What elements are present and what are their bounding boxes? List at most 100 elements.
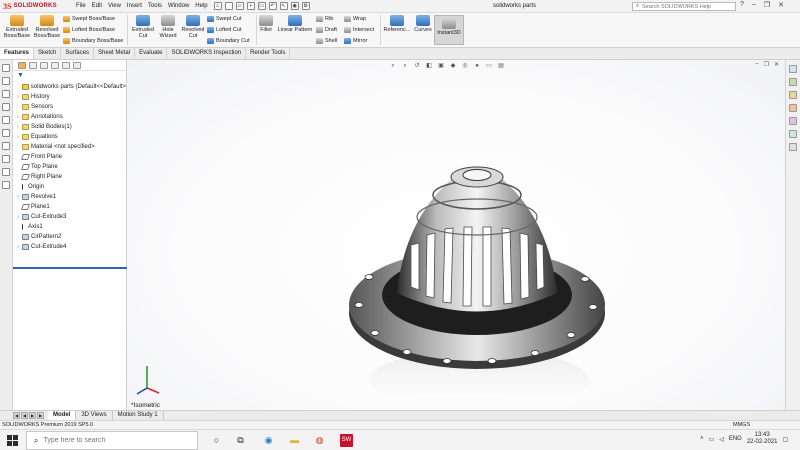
first-tab-icon[interactable]: ◀ xyxy=(13,412,20,419)
tree-item-equations[interactable]: › Equations xyxy=(15,132,126,142)
forum-icon[interactable] xyxy=(789,143,797,151)
filter-icon[interactable]: ▼ xyxy=(13,71,126,82)
display-manager-tab-icon[interactable] xyxy=(62,62,70,69)
save-icon[interactable]: ▪ xyxy=(246,2,255,10)
rebuild-icon[interactable]: ◉ xyxy=(290,2,299,10)
volume-icon[interactable]: ◁ xyxy=(719,436,724,443)
tree-item-cut-extrude3[interactable]: › Cut-Extrude3 xyxy=(15,212,126,222)
tree-item-part[interactable]: solidworks parts (Default<<Default> xyxy=(15,82,126,92)
tree-item-sensors[interactable]: Sensors xyxy=(15,102,126,112)
unit-system-selector[interactable]: MMGS xyxy=(733,421,750,429)
feature-tree-tab-icon[interactable] xyxy=(18,62,26,69)
view-orientation-icon[interactable] xyxy=(2,90,10,98)
lofted-boss-button[interactable]: Lofted Boss/Base xyxy=(63,27,115,33)
previous-tab-icon[interactable]: ◀ xyxy=(21,412,28,419)
menu-tools[interactable]: Tools xyxy=(148,3,162,9)
3d-part-model[interactable] xyxy=(327,155,627,395)
open-icon[interactable]: ▱ xyxy=(235,2,244,10)
revolved-boss-button[interactable]: Revolved Boss/Base xyxy=(32,13,62,39)
extruded-cut-button[interactable]: Extruded Cut xyxy=(130,13,156,39)
zoom-area-icon[interactable]: ⌕ xyxy=(401,62,409,70)
custom-properties-icon[interactable] xyxy=(789,130,797,138)
solidworks-logo[interactable]: 3S SOLIDWORKS xyxy=(0,2,68,11)
expand-arrow-icon[interactable]: › xyxy=(15,122,21,132)
wrap-button[interactable]: Wrap xyxy=(344,16,366,22)
minimize-icon[interactable]: – xyxy=(755,61,758,68)
windows-start-icon[interactable] xyxy=(7,435,18,446)
draft-button[interactable]: Draft xyxy=(316,27,337,33)
display-style-icon[interactable]: ◆ xyxy=(449,62,457,70)
close-icon[interactable]: ✕ xyxy=(778,1,784,9)
expand-arrow-icon[interactable]: › xyxy=(15,112,21,122)
expand-arrow-icon[interactable]: › xyxy=(15,242,21,252)
tab-features[interactable]: Features xyxy=(0,48,35,59)
scene-icon[interactable] xyxy=(2,155,10,163)
zoom-to-fit-icon[interactable]: ⌕ xyxy=(389,62,397,70)
restore-icon[interactable]: ❐ xyxy=(764,61,769,68)
tree-item-history[interactable]: › History xyxy=(15,92,126,102)
new-document-icon[interactable] xyxy=(224,2,233,10)
view-orientation-icon[interactable]: ▣ xyxy=(437,62,445,70)
edge-browser-icon[interactable]: ◉ xyxy=(262,434,275,447)
previous-view-icon[interactable]: ↺ xyxy=(413,62,421,70)
tab-model[interactable]: Model xyxy=(48,411,77,420)
select-icon[interactable]: ↖ xyxy=(279,2,288,10)
print-icon[interactable]: ▭ xyxy=(257,2,266,10)
taskbar-search-input[interactable] xyxy=(43,437,184,444)
mass-properties-icon[interactable] xyxy=(2,181,10,189)
minimize-icon[interactable]: – xyxy=(752,1,756,9)
rollback-bar[interactable] xyxy=(13,267,127,269)
system-clock[interactable]: 13:43 22-02-2021 xyxy=(747,432,778,446)
rib-button[interactable]: Rib xyxy=(316,16,333,22)
section-view-icon[interactable]: ◧ xyxy=(425,62,433,70)
design-library-icon[interactable] xyxy=(789,78,797,86)
instant3d-button[interactable]: Instant3D xyxy=(434,15,464,45)
tab-inspection[interactable]: SOLIDWORKS Inspection xyxy=(167,48,247,59)
measure-icon[interactable] xyxy=(2,168,10,176)
menu-edit[interactable]: Edit xyxy=(92,3,102,9)
show-hidden-icons-icon[interactable]: ˄ xyxy=(700,436,704,442)
expand-arrow-icon[interactable]: › xyxy=(15,192,21,202)
chrome-icon[interactable]: ◍ xyxy=(313,434,326,447)
hole-wizard-button[interactable]: Hole Wizard xyxy=(156,13,180,39)
intersect-button[interactable]: Intersect xyxy=(344,27,374,33)
help-icon[interactable]: ? xyxy=(740,1,744,9)
help-search-input[interactable] xyxy=(642,3,734,10)
configuration-manager-tab-icon[interactable] xyxy=(40,62,48,69)
expand-arrow-icon[interactable]: › xyxy=(15,212,21,222)
menu-insert[interactable]: Insert xyxy=(127,3,142,9)
last-tab-icon[interactable]: ▶ xyxy=(37,412,44,419)
network-icon[interactable]: ▭ xyxy=(709,436,715,443)
reference-geometry-button[interactable]: Referenc... xyxy=(382,13,412,33)
task-view-icon[interactable]: ⧉ xyxy=(234,434,247,447)
property-manager-tab-icon[interactable] xyxy=(29,62,37,69)
restore-icon[interactable]: ❐ xyxy=(764,1,770,9)
language-indicator[interactable]: ENG xyxy=(729,436,742,442)
appearances-icon[interactable] xyxy=(789,117,797,125)
tab-3d-views[interactable]: 3D Views xyxy=(76,411,113,420)
display-style-icon[interactable] xyxy=(2,103,10,111)
menu-view[interactable]: View xyxy=(108,3,121,9)
pin-icon[interactable]: ⌂ xyxy=(213,2,222,10)
mirror-button[interactable]: Mirror xyxy=(344,38,367,44)
section-view-icon[interactable] xyxy=(2,129,10,137)
swept-boss-button[interactable]: Swept Boss/Base xyxy=(63,16,115,22)
lofted-cut-button[interactable]: Lofted Cut xyxy=(207,27,241,33)
tree-item-top-plane[interactable]: Top Plane xyxy=(15,162,126,172)
tree-item-revolve1[interactable]: › Revolve1 xyxy=(15,192,126,202)
tree-item-axis1[interactable]: Axis1 xyxy=(15,222,126,232)
graphics-area[interactable]: ⌕ ⌕ ↺ ◧ ▣ ◆ ◎ ● ▭ ▤ – ❐ ✕ *Isometric xyxy=(127,60,785,410)
tab-sheet-metal[interactable]: Sheet Metal xyxy=(94,48,136,59)
fillet-button[interactable]: Fillet xyxy=(258,13,274,33)
tree-item-right-plane[interactable]: Right Plane xyxy=(15,172,126,182)
swept-cut-button[interactable]: Swept Cut xyxy=(207,16,241,22)
tab-render-tools[interactable]: Render Tools xyxy=(246,48,291,59)
menu-help[interactable]: Help xyxy=(195,3,207,9)
curves-button[interactable]: Curves xyxy=(412,13,434,33)
extruded-boss-button[interactable]: Extruded Boss/Base xyxy=(2,13,32,39)
tree-item-origin[interactable]: Origin xyxy=(15,182,126,192)
hide-show-icon[interactable] xyxy=(2,116,10,124)
tab-surfaces[interactable]: Surfaces xyxy=(61,48,95,59)
view-palette-icon[interactable] xyxy=(789,104,797,112)
solidworks-resources-icon[interactable] xyxy=(789,65,797,73)
